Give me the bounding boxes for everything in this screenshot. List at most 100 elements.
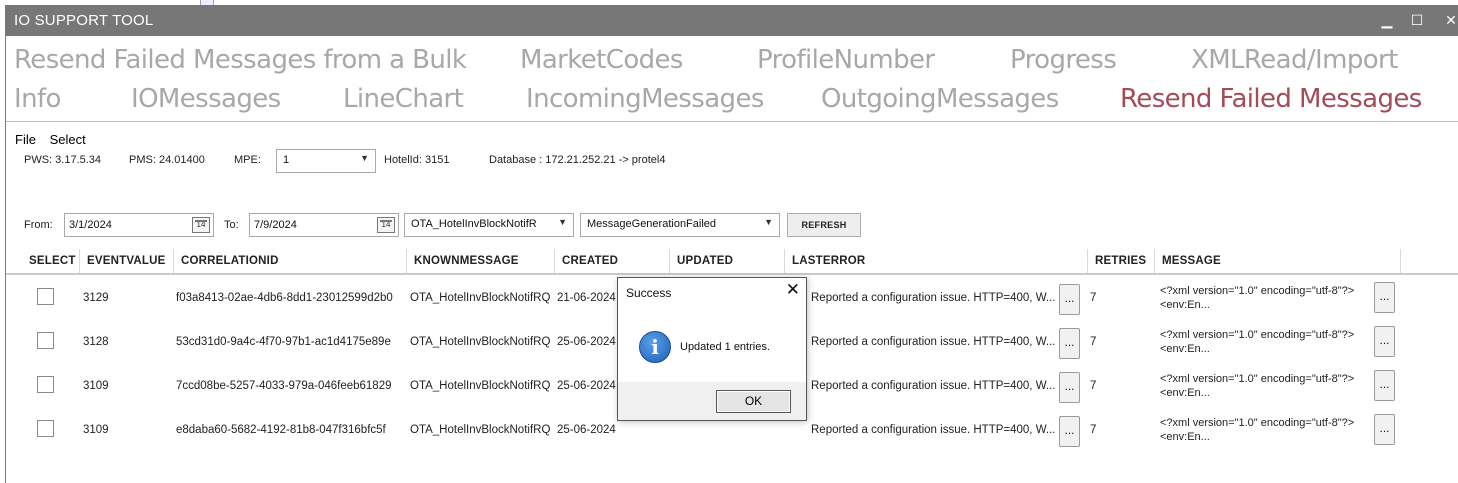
dialog-title: Success: [626, 286, 672, 300]
tab-incomingmessages[interactable]: IncomingMessages: [526, 84, 764, 114]
cell-message-line1: <?xml version="1.0" encoding="utf-8"?>: [1160, 285, 1355, 297]
lasterror-details-button[interactable]: ...: [1059, 416, 1080, 447]
tab-profilenumber[interactable]: ProfileNumber: [757, 45, 935, 75]
menu-select[interactable]: Select: [50, 132, 86, 147]
cell-message-line2: <env:En...: [1160, 431, 1210, 443]
maximize-icon[interactable]: ☐: [1406, 9, 1428, 31]
tab-iomessages[interactable]: IOMessages: [131, 84, 281, 114]
cell-lasterror: Reported a configuration issue. HTTP=400…: [811, 292, 1056, 304]
from-date-value: 3/1/2024: [69, 219, 112, 231]
message-details-button[interactable]: ...: [1374, 414, 1395, 445]
menu-bar: File Select: [15, 132, 96, 147]
col-updated[interactable]: UPDATED: [670, 249, 785, 273]
cell-eventvalue: 3129: [83, 292, 109, 304]
col-select[interactable]: SELECT: [22, 249, 80, 273]
cell-knownmessage: OTA_HotelInvBlockNotifRQ: [410, 336, 551, 348]
lasterror-details-button[interactable]: ...: [1059, 284, 1080, 315]
lasterror-details-button[interactable]: ...: [1059, 372, 1080, 403]
cell-retries: 7: [1090, 380, 1097, 392]
cell-correlationid: 53cd31d0-9a4c-4f70-97b1-ac1d4175e89e: [176, 336, 391, 348]
success-dialog: Success ✕ i Updated 1 entries. OK: [617, 277, 807, 421]
cell-lasterror: Reported a configuration issue. HTTP=400…: [811, 424, 1056, 436]
dialog-message: Updated 1 entries.: [680, 341, 770, 353]
col-lasterror[interactable]: LASTERROR: [785, 249, 1088, 273]
to-label: To:: [224, 219, 239, 231]
row-select-checkbox[interactable]: [37, 376, 54, 393]
database-info: Database : 172.21.252.21 -> protel4: [489, 154, 666, 166]
cell-message-line2: <env:En...: [1160, 299, 1210, 311]
col-correlationid[interactable]: CORRELATIONID: [174, 249, 407, 273]
screen: IO SUPPORT TOOL ▁ ☐ ✕ Resend Failed Mess…: [0, 0, 1458, 483]
row-select-checkbox[interactable]: [37, 288, 54, 305]
minimize-icon[interactable]: ▁: [1376, 9, 1398, 31]
window-title: IO SUPPORT TOOL: [14, 12, 154, 29]
from-label: From:: [24, 219, 53, 231]
from-date-picker[interactable]: 3/1/2024 14: [64, 213, 214, 237]
chevron-down-icon: ▼: [764, 217, 773, 227]
row-select-checkbox[interactable]: [37, 332, 54, 349]
message-details-button[interactable]: ...: [1374, 282, 1395, 313]
message-type-select[interactable]: OTA_HotelInvBlockNotifR ▼: [404, 213, 574, 237]
calendar-icon[interactable]: 14: [377, 217, 395, 233]
col-knownmessage[interactable]: KNOWNMESSAGE: [407, 249, 555, 273]
lasterror-details-button[interactable]: ...: [1059, 328, 1080, 359]
cell-eventvalue: 3109: [83, 380, 109, 392]
cell-retries: 7: [1090, 336, 1097, 348]
chevron-down-icon: ▼: [360, 153, 369, 163]
cell-eventvalue: 3128: [83, 336, 109, 348]
tab-resend-failed-messages[interactable]: Resend Failed Messages: [1120, 84, 1422, 114]
cell-lasterror: Reported a configuration issue. HTTP=400…: [811, 380, 1056, 392]
dialog-footer: OK: [618, 382, 806, 420]
chevron-down-icon: ▼: [558, 217, 567, 227]
pms-version: PMS: 24.01400: [129, 154, 205, 166]
tab-info[interactable]: Info: [14, 84, 61, 114]
info-icon: i: [639, 331, 671, 363]
grid-header: SELECT EVENTVALUE CORRELATIONID KNOWNMES…: [6, 249, 1458, 275]
tab-progress[interactable]: Progress: [1010, 45, 1117, 75]
mpe-select[interactable]: 1 ▼: [276, 149, 376, 173]
pws-version: PWS: 3.17.5.34: [24, 154, 102, 166]
status-value: MessageGenerationFailed: [587, 218, 717, 230]
message-details-button[interactable]: ...: [1374, 370, 1395, 401]
tab-linechart[interactable]: LineChart: [343, 84, 464, 114]
cell-message-line1: <?xml version="1.0" encoding="utf-8"?>: [1160, 373, 1355, 385]
mpe-label: MPE:: [234, 154, 261, 166]
hotel-id: HotelId: 3151: [384, 154, 450, 166]
col-eventvalue[interactable]: EVENTVALUE: [80, 249, 174, 273]
cell-retries: 7: [1090, 292, 1097, 304]
close-icon[interactable]: ✕: [1440, 9, 1458, 31]
mpe-value: 1: [283, 154, 290, 166]
tab-marketcodes[interactable]: MarketCodes: [520, 45, 683, 75]
cell-lasterror: Reported a configuration issue. HTTP=400…: [811, 336, 1056, 348]
refresh-button[interactable]: REFRESH: [787, 213, 861, 237]
tab-strip: Resend Failed Messages from a Bulk Marke…: [6, 36, 1458, 122]
cell-message-line1: <?xml version="1.0" encoding="utf-8"?>: [1160, 329, 1355, 341]
cell-knownmessage: OTA_HotelInvBlockNotifRQ: [410, 424, 551, 436]
ok-button[interactable]: OK: [716, 390, 791, 413]
cell-correlationid: f03a8413-02ae-4db6-8dd1-23012599d2b0: [176, 292, 393, 304]
cell-correlationid: 7ccd08be-5257-4033-979a-046feeb61829: [176, 380, 392, 392]
cell-created: 25-06-2024: [557, 424, 616, 436]
menu-file[interactable]: File: [15, 132, 36, 147]
cell-correlationid: e8daba60-5682-4192-81b8-047f316bfc5f: [176, 424, 386, 436]
title-bar[interactable]: IO SUPPORT TOOL ▁ ☐ ✕: [6, 5, 1458, 36]
to-date-value: 7/9/2024: [254, 219, 297, 231]
cell-knownmessage: OTA_HotelInvBlockNotifRQ: [410, 292, 551, 304]
to-date-picker[interactable]: 7/9/2024 14: [249, 213, 399, 237]
status-select[interactable]: MessageGenerationFailed ▼: [580, 213, 780, 237]
tab-xmlread-import[interactable]: XMLRead/Import: [1191, 45, 1398, 75]
col-created[interactable]: CREATED: [555, 249, 670, 273]
message-type-value: OTA_HotelInvBlockNotifR: [411, 218, 537, 230]
col-message[interactable]: MESSAGE: [1155, 249, 1401, 273]
cell-message-line2: <env:En...: [1160, 343, 1210, 355]
tab-outgoingmessages[interactable]: OutgoingMessages: [821, 84, 1059, 114]
cell-knownmessage: OTA_HotelInvBlockNotifRQ: [410, 380, 551, 392]
cell-eventvalue: 3109: [83, 424, 109, 436]
col-retries[interactable]: RETRIES: [1088, 249, 1155, 273]
message-details-button[interactable]: ...: [1374, 326, 1395, 357]
tab-resend-failed-bulk[interactable]: Resend Failed Messages from a Bulk: [14, 45, 467, 75]
cell-message-line2: <env:En...: [1160, 387, 1210, 399]
row-select-checkbox[interactable]: [37, 420, 54, 437]
calendar-icon[interactable]: 14: [192, 217, 210, 233]
close-icon[interactable]: ✕: [786, 281, 800, 299]
